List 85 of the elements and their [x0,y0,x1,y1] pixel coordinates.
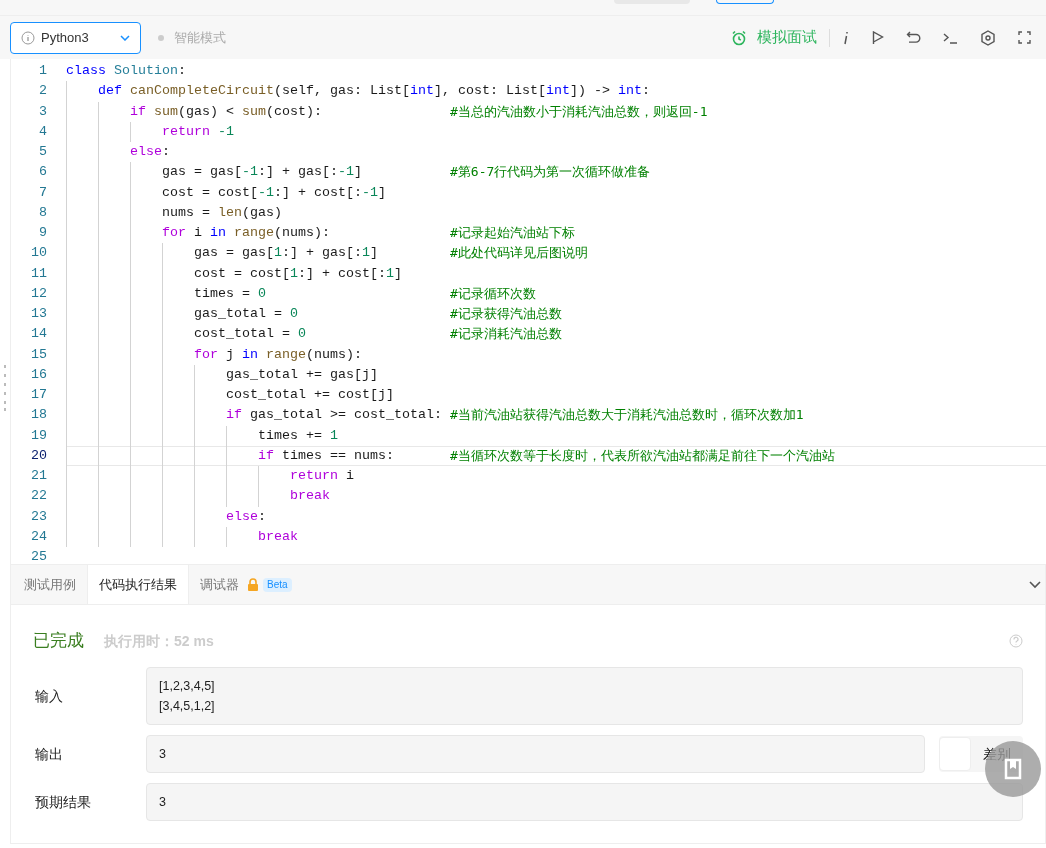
code-text: times = 0 [194,284,266,303]
status-text: 已完成 [33,630,84,653]
settings-icon[interactable] [980,29,996,46]
code-comment: #记录起始汽油站下标 [450,224,575,242]
code-text: gas = gas[1:] + gas[:1] [194,244,378,263]
code-text: cost_total = 0 [194,325,306,344]
result-field: 3 [146,735,925,773]
line-number: 5 [38,143,48,162]
code-text: def canCompleteCircuit(self, gas: List[int], cost: List[int]) -> int: [98,82,650,101]
line-number: 22 [30,487,48,506]
line-number: 12 [30,284,48,303]
code-text: class Solution: [66,62,186,80]
line-number: 3 [38,102,48,121]
line-number: 11 [30,264,48,283]
info-icon [21,30,35,45]
code-text: cost_total += cost[j] [226,386,394,404]
code-comment: #记录消耗汽油总数 [450,325,562,344]
field-label: 输入 [34,686,64,706]
code-comment: #记录循环次数 [450,284,536,303]
code-text: break [290,487,330,506]
line-number: 8 [38,203,48,222]
code-text: if times == nums: [258,446,394,465]
line-number: 25 [30,548,48,567]
line-number: 23 [30,507,48,526]
line-number: 21 [30,467,48,486]
line-number: 15 [30,345,48,364]
code-text: break [258,527,298,546]
code-comment: #当前汽油站获得汽油总数大于消耗汽油总数时，循环次数加1 [450,406,804,425]
code-comment: #当总的汽油数小于消耗汽油总数，则返回-1 [450,102,708,121]
lock-icon [247,578,259,591]
code-text: for i in range(nums): [162,224,330,242]
line-number: 4 [38,122,48,141]
line-number: 20 [30,446,48,465]
result-field: 3 [146,783,1023,821]
line-number: 6 [38,163,48,182]
code-comment: #当循环次数等于长度时，代表所欲汽油站都满足前往下一个汽油站 [450,446,835,465]
line-number: 14 [30,325,48,344]
beta-badge: Beta [263,577,292,592]
terminal-icon[interactable] [943,31,958,44]
alarm-clock-icon [731,29,747,46]
panel-tab[interactable]: 调试器 Beta [189,565,303,604]
floating-action-button[interactable] [985,741,1041,797]
code-text: nums = len(gas) [162,203,282,222]
info-icon[interactable] [842,30,850,45]
line-number: 13 [30,305,48,324]
flag-icon[interactable] [872,30,884,45]
field-label: 预期结果 [34,792,92,812]
code-text: for j in range(nums): [194,345,362,364]
code-text: cost = cost[1:] + cost[:1] [194,264,402,283]
mock-interview-button[interactable]: 模拟面试 [731,26,817,49]
code-text: else: [130,143,170,161]
fullscreen-icon[interactable] [1018,31,1031,44]
line-number: 18 [30,406,48,425]
code-text: gas_total = 0 [194,305,298,323]
line-number: 10 [30,244,48,263]
code-comment: #此处代码详见后图说明 [450,244,588,263]
code-comment: #第6-7行代码为第一次循环做准备 [450,163,651,182]
code-text: if gas_total >= cost_total: [226,406,442,425]
code-text: cost = cost[-1:] + cost[:-1] [162,183,386,202]
code-text: gas_total += gas[j] [226,365,378,384]
result-field: [1,2,3,4,5] [3,4,5,1,2] [146,667,1023,725]
code-text: if sum(gas) < sum(cost): [130,102,322,121]
line-number: 9 [38,224,48,243]
chevron-down-icon[interactable] [1029,580,1041,589]
undo-icon[interactable] [906,31,921,44]
code-text: times += 1 [258,426,338,445]
line-number: 17 [30,386,48,405]
line-number: 19 [30,426,48,445]
chevron-down-icon [120,34,130,41]
line-number: 16 [30,365,48,384]
panel-tab[interactable]: 代码执行结果 [87,565,189,604]
line-number: 1 [38,62,48,81]
field-label: 输出 [34,744,64,764]
line-number: 7 [38,183,48,202]
language-select[interactable]: Python3 [10,21,141,54]
line-number: 2 [38,82,48,101]
code-text: return i [290,467,354,485]
resize-handle-icon[interactable] [3,364,7,412]
line-number: 24 [30,527,48,546]
code-text: else: [226,507,266,526]
panel-tab[interactable]: 测试用例 [13,565,87,604]
code-text: return -1 [162,122,234,141]
code-text: gas = gas[-1:] + gas[:-1] [162,163,362,182]
code-comment: #记录获得汽油总数 [450,305,562,323]
mode-toggle[interactable]: 智能模式 [174,27,226,48]
